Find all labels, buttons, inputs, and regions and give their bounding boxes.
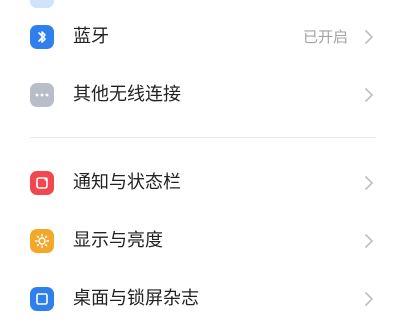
partial-icon — [30, 0, 54, 8]
chevron-right-icon — [365, 292, 373, 306]
bluetooth-status: 已开启 — [302, 28, 348, 46]
settings-item-label: 显示与亮度 — [73, 230, 163, 251]
settings-item-other-wireless[interactable]: 其他无线连接 — [0, 66, 400, 124]
settings-item-label: 桌面与锁屏杂志 — [73, 288, 199, 309]
top-partial-row — [0, 0, 400, 8]
settings-item-label: 其他无线连接 — [73, 84, 181, 105]
settings-item-label: 通知与状态栏 — [73, 172, 181, 193]
chevron-right-icon — [365, 30, 373, 44]
more-dots-icon — [30, 83, 54, 107]
section-divider — [30, 137, 376, 138]
wallpaper-icon — [30, 287, 54, 311]
chevron-right-icon — [365, 234, 373, 248]
sun-icon — [30, 229, 54, 253]
settings-item-label: 蓝牙 — [73, 26, 109, 47]
settings-item-desktop-lockscreen[interactable]: 桌面与锁屏杂志 — [0, 270, 400, 328]
chevron-right-icon — [365, 88, 373, 102]
notification-icon — [30, 171, 54, 195]
settings-item-bluetooth[interactable]: 蓝牙 已开启 — [0, 8, 400, 66]
chevron-right-icon — [365, 176, 373, 190]
settings-item-notifications[interactable]: 通知与状态栏 — [0, 154, 400, 212]
settings-item-display[interactable]: 显示与亮度 — [0, 212, 400, 270]
bluetooth-icon — [30, 25, 54, 49]
